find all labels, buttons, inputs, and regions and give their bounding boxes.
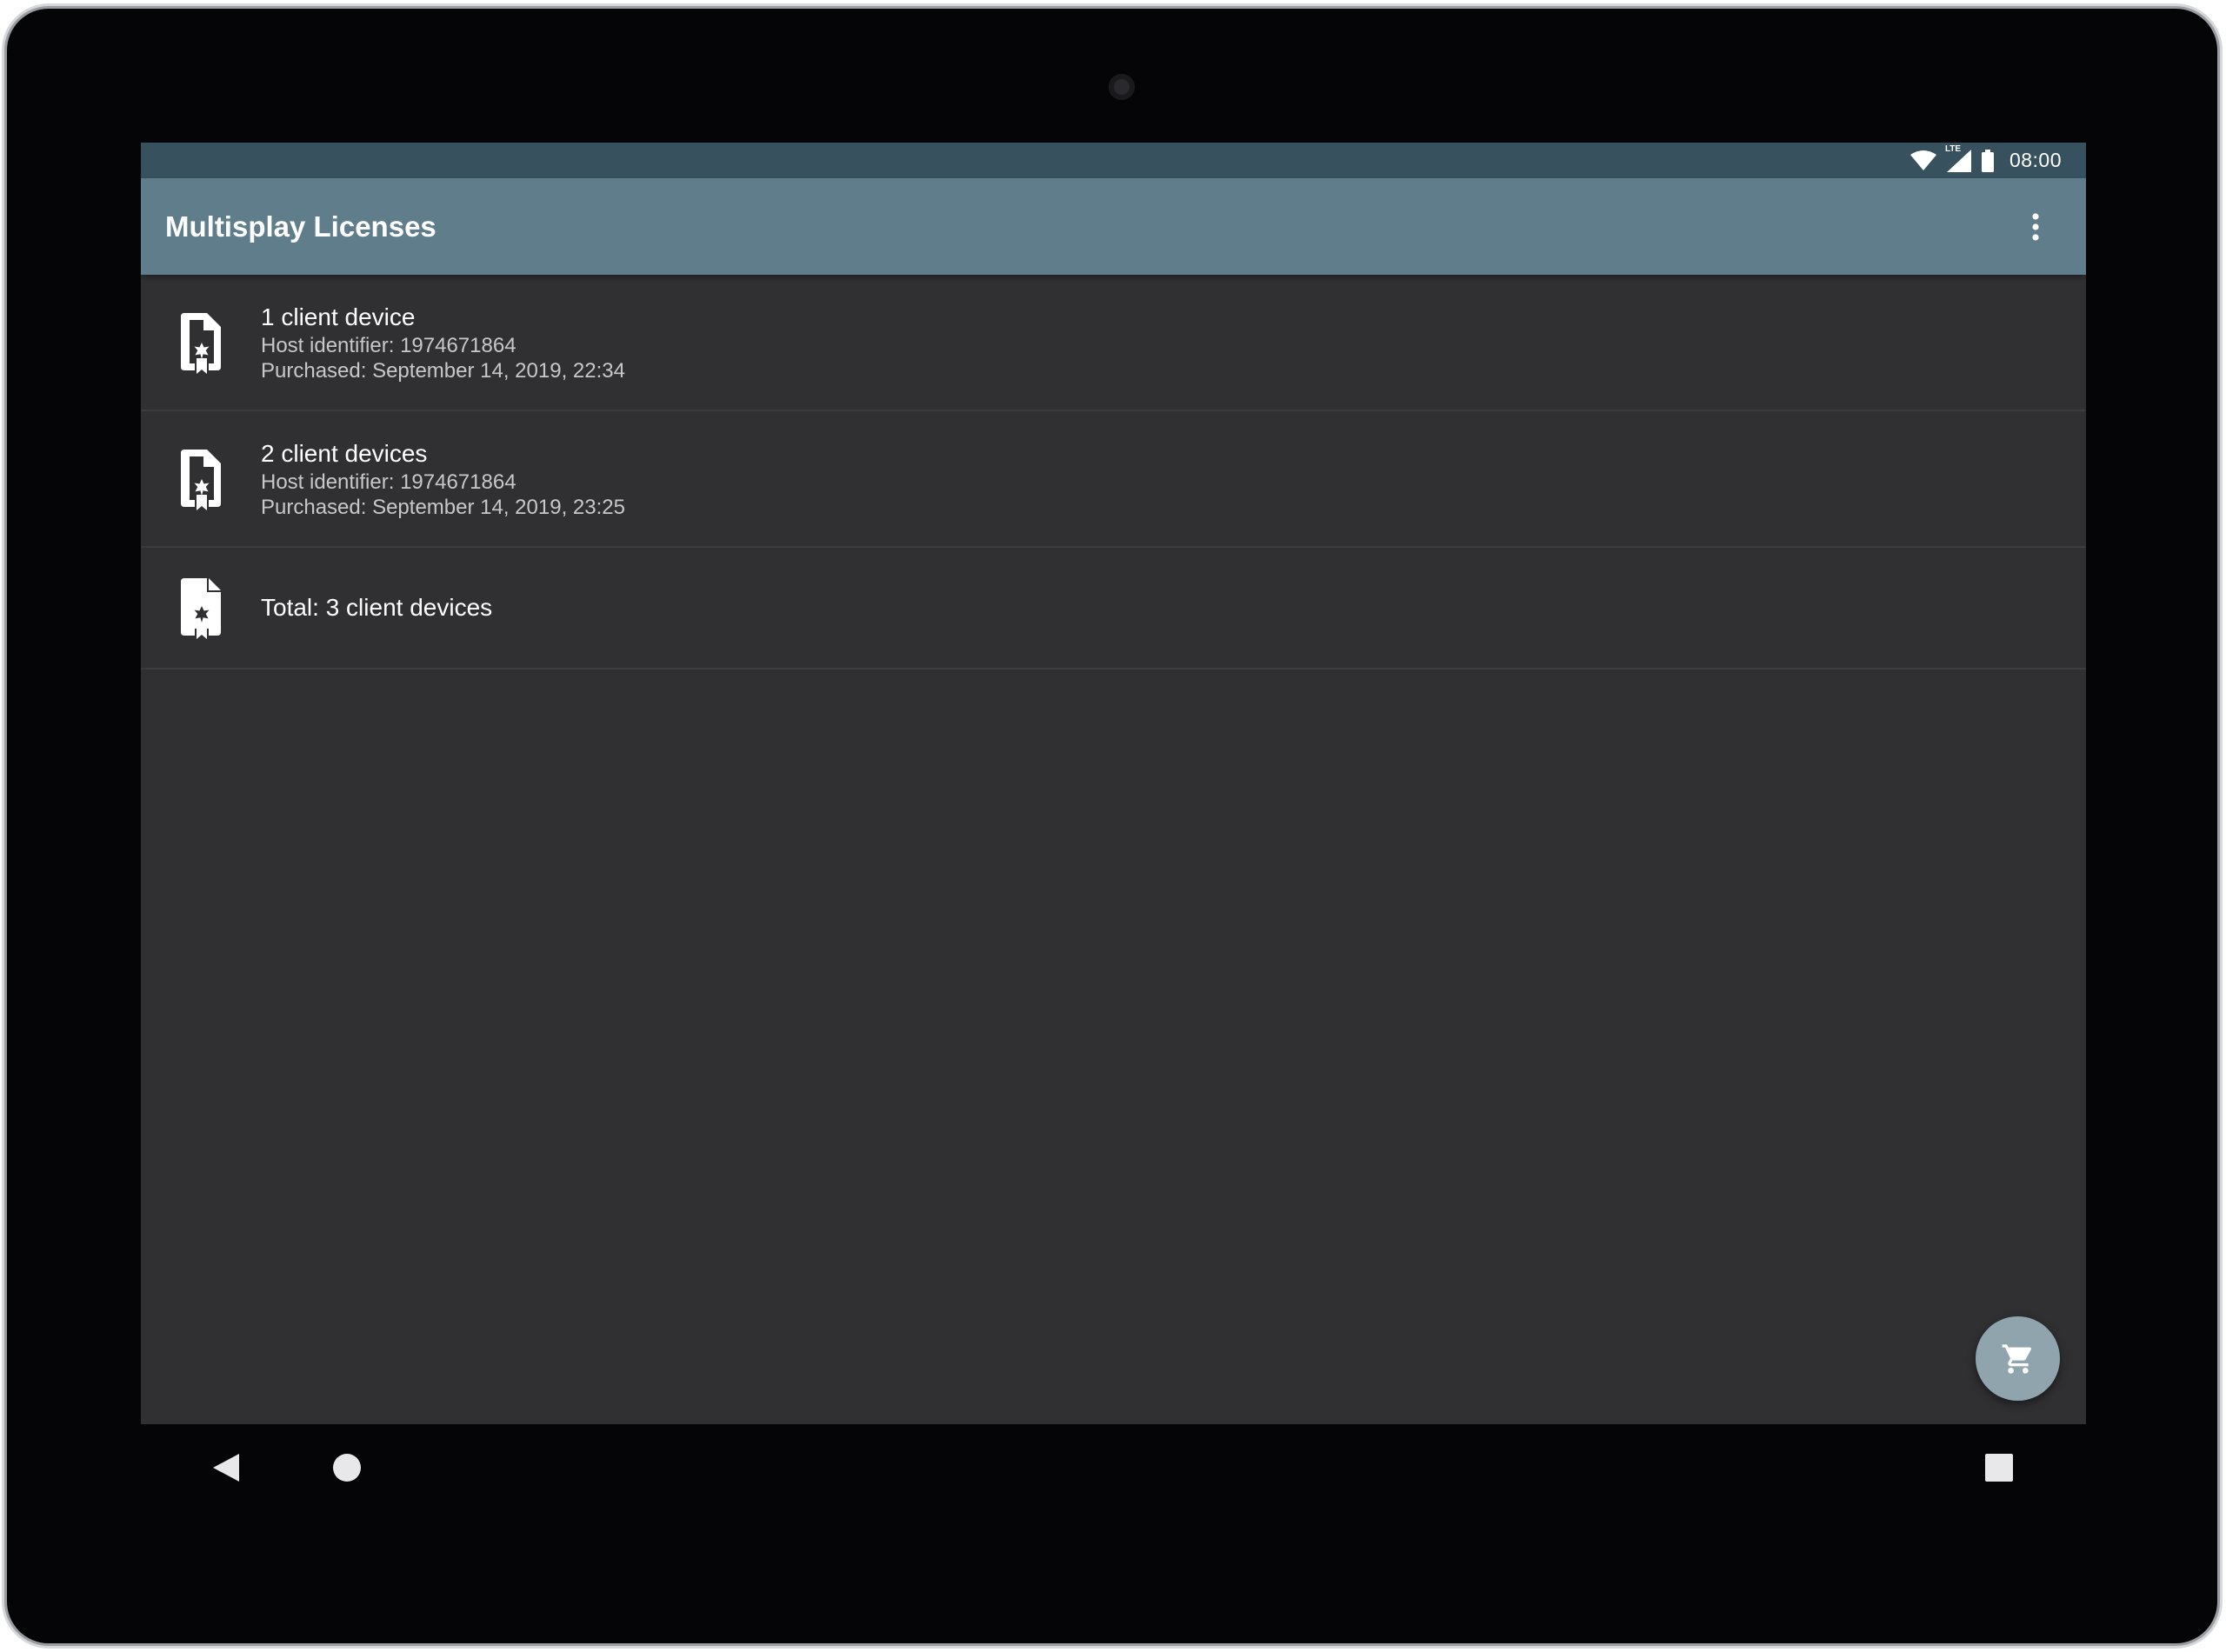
license-item[interactable]: 1 client device Host identifier: 1974671… (141, 275, 2086, 411)
status-clock: 08:00 (2009, 149, 2062, 171)
buy-license-fab[interactable] (1976, 1316, 2060, 1401)
back-icon (213, 1454, 239, 1482)
license-total-text: Total: 3 client devices (261, 594, 493, 621)
front-camera (1109, 74, 1135, 100)
shopping-cart-icon (2002, 1343, 2031, 1374)
license-item[interactable]: 2 client devices Host identifier: 197467… (141, 411, 2086, 548)
page-title: Multisplay Licenses (165, 210, 437, 243)
system-nav-bar (141, 1424, 2086, 1511)
recents-button[interactable] (1971, 1440, 2027, 1495)
home-icon (333, 1454, 361, 1482)
wifi-icon (1909, 150, 1936, 171)
license-host: Host identifier: 1974671864 (261, 470, 517, 494)
status-bar: LTE 08:00 (141, 143, 2086, 178)
app-screen: LTE 08:00 Multisplay Licenses 1 client d… (141, 143, 2086, 1424)
app-bar: Multisplay Licenses (141, 178, 2086, 275)
license-list: 1 client device Host identifier: 1974671… (141, 275, 2086, 669)
license-purchase-date: Purchased: September 14, 2019, 22:34 (261, 358, 625, 383)
license-purchase-date: Purchased: September 14, 2019, 23:25 (261, 495, 625, 519)
license-certificate-icon (141, 446, 261, 512)
lte-signal-icon: LTE (1945, 144, 1971, 172)
license-host: Host identifier: 1974671864 (261, 333, 517, 357)
license-certificate-icon (141, 310, 261, 376)
overflow-menu-button[interactable] (2011, 203, 2060, 251)
more-vert-icon (2032, 212, 2039, 241)
network-type-label: LTE (1944, 143, 1962, 154)
battery-icon (1981, 149, 1994, 172)
license-certificate-icon (141, 575, 261, 641)
license-title: 2 client devices (261, 439, 428, 467)
back-button[interactable] (198, 1440, 254, 1495)
license-title: 1 client device (261, 303, 416, 330)
license-total-item[interactable]: Total: 3 client devices (141, 548, 2086, 669)
home-button[interactable] (319, 1440, 375, 1495)
recents-icon (1985, 1454, 2013, 1482)
